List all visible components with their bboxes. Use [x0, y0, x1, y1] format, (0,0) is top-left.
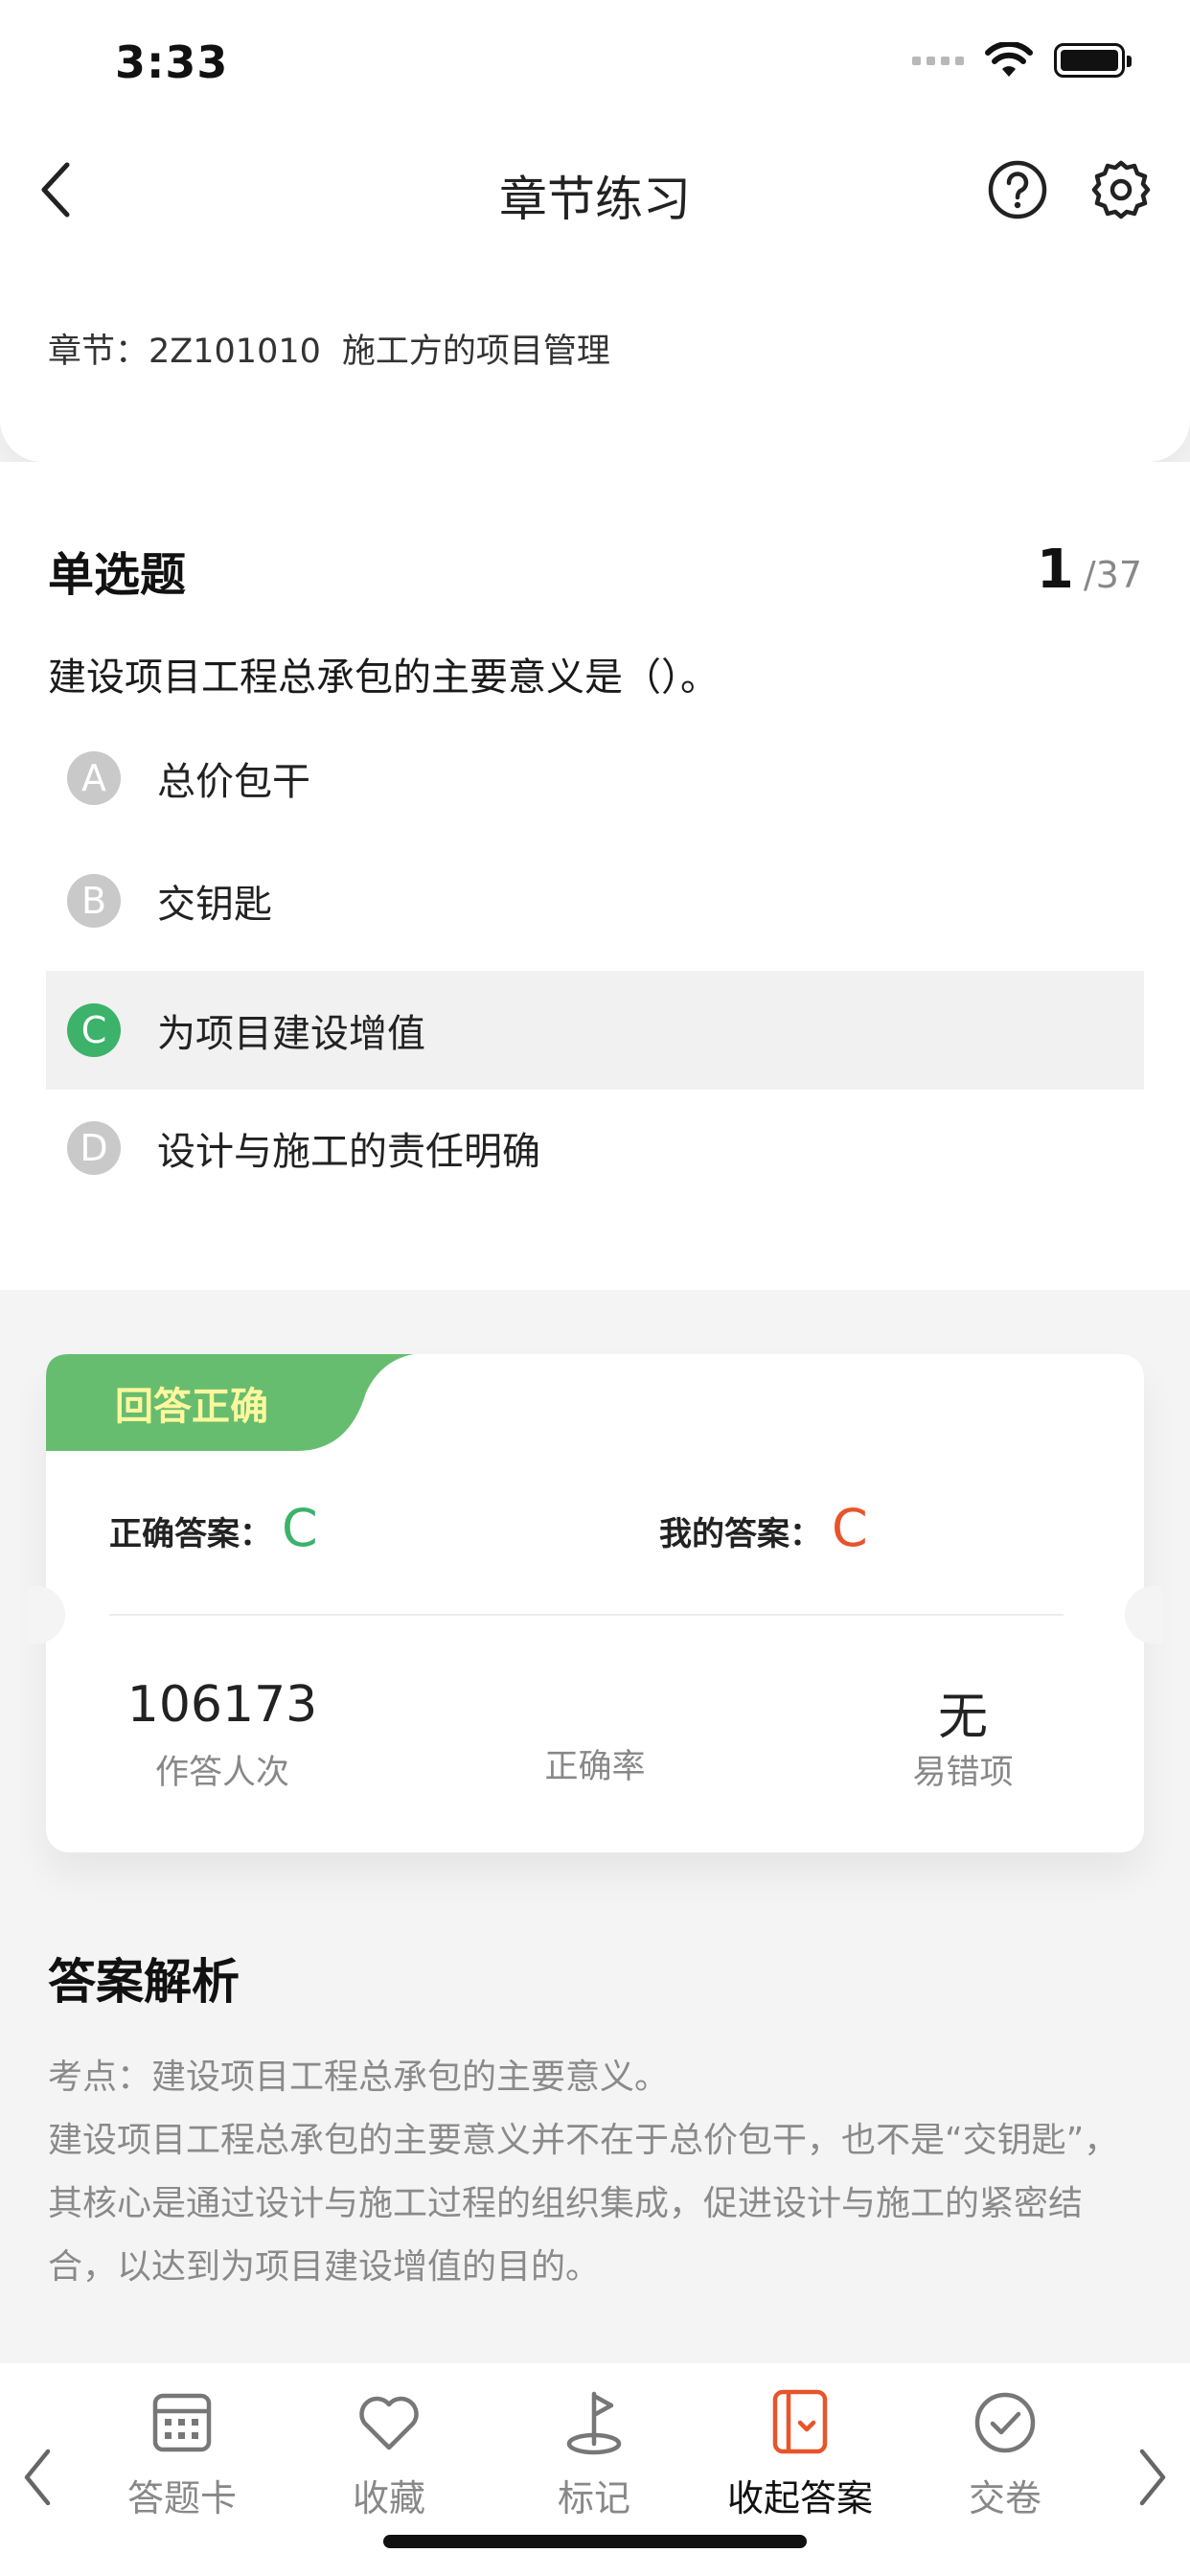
submit-button[interactable]: 交卷 [909, 2388, 1101, 2521]
stat-accuracy: 正确率 [442, 1676, 748, 1788]
answer-card-button[interactable]: 答题卡 [86, 2388, 278, 2521]
answer-card-label: 答题卡 [126, 2477, 237, 2519]
result-card: 回答正确 正确答案： C 我的答案： C 106173 作答人次 正确率 无 易… [27, 1354, 1163, 1852]
option-c[interactable]: C 为项目建设增值 [46, 971, 1144, 1090]
error-prone-label: 易错项 [912, 1754, 1014, 1792]
option-a[interactable]: A 总价包干 [46, 719, 1144, 838]
current-index: 1 [1036, 539, 1074, 601]
analysis-line: 建设项目工程总承包的主要意义并不在于总价包干，也不是“交钥匙”， [48, 2121, 1119, 2160]
status-time: 3:33 [115, 36, 229, 88]
collapse-answer-label: 收起答案 [726, 2477, 873, 2519]
option-letter: C [67, 1003, 121, 1057]
help-icon[interactable] [987, 159, 1048, 220]
accuracy-value [442, 1676, 748, 1739]
chapter-prefix: 章节： [48, 333, 149, 371]
battery-icon [1054, 43, 1132, 78]
analysis-line: 考点：建设项目工程总承包的主要意义。 [48, 2058, 670, 2097]
submit-label: 交卷 [968, 2477, 1041, 2519]
divider [109, 1614, 1064, 1616]
gear-icon[interactable] [1090, 159, 1152, 220]
option-text: 交钥匙 [157, 883, 272, 927]
ticket-notch-left [27, 1586, 65, 1644]
option-d[interactable]: D 设计与施工的责任明确 [46, 1089, 1144, 1208]
favorite-button[interactable]: 收藏 [293, 2388, 485, 2521]
accuracy-label: 正确率 [544, 1748, 646, 1786]
option-text: 设计与施工的责任明确 [157, 1130, 540, 1174]
prev-question-icon[interactable] [19, 2444, 57, 2511]
analysis-line: 其核心是通过设计与施工过程的组织集成，促进设计与施工的紧密结 [48, 2184, 1084, 2223]
attempts-label: 作答人次 [154, 1754, 289, 1792]
chapter-info: 章节：2Z101010 施工方的项目管理 [48, 324, 610, 373]
answer-card-icon [152, 2393, 212, 2452]
option-text: 总价包干 [157, 760, 310, 804]
analysis-line: 合，以达到为项目建设增值的目的。 [48, 2247, 601, 2287]
mark-button[interactable]: 标记 [498, 2388, 690, 2521]
next-question-icon[interactable] [1133, 2444, 1171, 2511]
option-letter: A [67, 751, 121, 805]
question-text: 建设项目工程总承包的主要意义是（）。 [48, 656, 719, 700]
submit-check-icon [974, 2392, 1036, 2453]
home-indicator [383, 2535, 807, 2548]
analysis-title: 答案解析 [48, 1954, 240, 2010]
signal-icon [912, 56, 964, 65]
attempts-value: 106173 [126, 1676, 318, 1734]
question-progress: 1/37 [1037, 539, 1142, 601]
option-letter: D [67, 1121, 121, 1175]
result-tag-label: 回答正确 [115, 1385, 268, 1429]
mark-label: 标记 [557, 2477, 630, 2519]
stat-error-prone: 无 易错项 [810, 1676, 1116, 1794]
option-b[interactable]: B 交钥匙 [46, 841, 1144, 960]
wifi-icon [985, 42, 1033, 77]
heart-icon [359, 2396, 419, 2450]
question-type: 单选题 [48, 548, 187, 602]
ticket-notch-right [1125, 1586, 1163, 1644]
status-icons [912, 42, 1132, 79]
stat-attempts: 106173 作答人次 [69, 1676, 376, 1794]
chapter-name: 施工方的项目管理 [341, 333, 610, 371]
favorite-label: 收藏 [352, 2477, 425, 2519]
analysis-body: 考点：建设项目工程总承包的主要意义。 建设项目工程总承包的主要意义并不在于总价包… [48, 2046, 1140, 2299]
chapter-code: 2Z101010 [149, 333, 321, 371]
flag-icon [566, 2391, 622, 2455]
option-letter: B [67, 874, 121, 928]
collapse-answer-icon [772, 2389, 828, 2454]
my-answer-label: 我的答案： [659, 1515, 822, 1553]
my-answer-value: C [832, 1498, 868, 1558]
total-count: /37 [1083, 554, 1142, 596]
error-prone-value: 无 [937, 1689, 988, 1746]
question-area: 单选题 1/37 建设项目工程总承包的主要意义是（）。 A 总价包干 B 交钥匙… [0, 462, 1190, 1290]
collapse-answer-button[interactable]: 收起答案 [704, 2388, 896, 2521]
option-text: 为项目建设增值 [157, 1012, 425, 1056]
correct-answer-label: 正确答案： [109, 1515, 272, 1553]
correct-answer-value: C [282, 1498, 318, 1558]
header-card: 3:33 章节练习 章节：2Z101010 施工方的项目管理 [0, 0, 1190, 462]
